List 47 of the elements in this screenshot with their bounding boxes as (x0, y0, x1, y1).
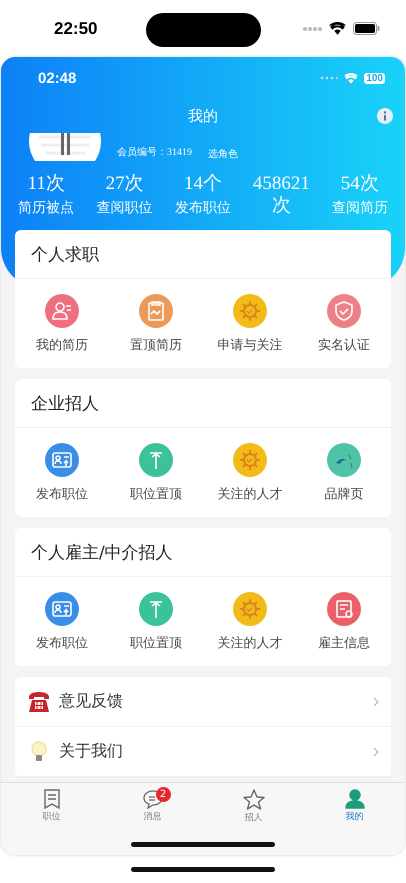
chat-icon (142, 789, 164, 809)
feature-button[interactable]: 发布职位 (15, 592, 109, 652)
star-icon (242, 789, 264, 810)
section-title: 企业招人 (15, 379, 391, 428)
status-time: 02:48 (38, 70, 76, 86)
stat-value: 11次 (28, 173, 65, 195)
stat-value: 54次 (340, 173, 379, 195)
feature-button[interactable]: 关注的人才 (203, 443, 297, 503)
telephone-icon (27, 690, 51, 712)
feature-button[interactable]: 雇主信息 (297, 592, 391, 652)
section-title: 个人求职 (15, 230, 391, 279)
feature-button[interactable]: 我的简历 (15, 294, 109, 354)
chevron-icon (373, 746, 379, 756)
feature-button[interactable]: 实名认证 (297, 294, 391, 354)
stat-value: 27次 (106, 173, 144, 195)
unread-badge: 2 (156, 787, 170, 802)
feature-button[interactable]: 关注的人才 (203, 592, 297, 652)
section-title: 个人雇主/中介招人 (15, 528, 391, 577)
battery-icon (353, 22, 380, 35)
feature-button[interactable]: 置顶简历 (109, 294, 203, 354)
signal-icon (302, 26, 322, 32)
feature-button[interactable]: 品牌页 (297, 443, 391, 503)
page-title: 我的 (188, 106, 218, 126)
menu-item[interactable]: 关于我们 (59, 741, 365, 762)
tab[interactable]: 职位 (1, 789, 102, 824)
stat-value: 458621 次 (252, 173, 311, 217)
wifi-icon (344, 72, 358, 84)
feature-button[interactable]: 申请与关注 (203, 294, 297, 354)
menu-item[interactable]: 意见反馈 (59, 691, 365, 712)
wifi-icon (329, 22, 346, 35)
feature-button[interactable]: 发布职位 (15, 443, 109, 503)
list-icon (42, 789, 60, 809)
stat-label[interactable]: 简历被点 (18, 198, 74, 218)
info-icon[interactable] (377, 108, 393, 124)
chevron-icon (373, 696, 379, 706)
stat-value: 14个 (184, 173, 222, 195)
member-number: 会员编号：31419 (117, 146, 192, 159)
feature-button[interactable]: 职位置顶 (109, 592, 203, 652)
signal-icon (320, 76, 338, 80)
tab[interactable]: 我的 (304, 789, 405, 824)
status-time: 22:50 (54, 18, 98, 38)
avatar-icon[interactable] (29, 133, 101, 161)
feature-button[interactable]: 职位置顶 (109, 443, 203, 503)
person-icon (344, 789, 364, 809)
battery-level: 100 (364, 72, 385, 84)
tab[interactable]: 消息 2 (102, 789, 203, 824)
tab[interactable]: 招人 (203, 789, 304, 824)
